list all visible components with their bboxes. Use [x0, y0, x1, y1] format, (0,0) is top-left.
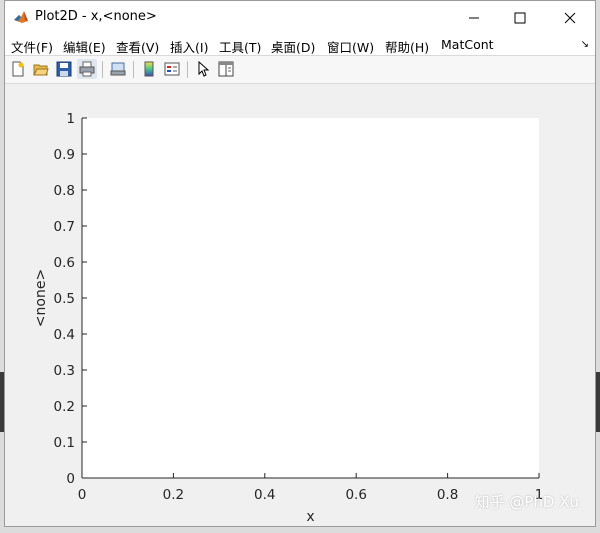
menu-bar: 文件(F) 编辑(E) 查看(V) 插入(I) 工具(T) 桌面(D) 窗口(W… [5, 34, 595, 56]
legend-button[interactable] [162, 59, 182, 79]
save-icon [56, 61, 72, 77]
y-tick-label: 0.8 [54, 183, 75, 199]
colorbar-icon [144, 61, 154, 77]
plot-axes-svg: 0 0.2 0.4 0.6 0.8 1 0 0.1 0.2 0.3 0.4 0.5 0.6 0.7 0.8 0… [33, 111, 543, 525]
minimize-button[interactable] [451, 1, 497, 34]
print-icon [79, 61, 95, 77]
menu-edit[interactable]: 编辑(E) [63, 37, 106, 56]
y-tick-label: 0.7 [54, 219, 75, 235]
y-tick-label: 0.4 [54, 327, 75, 343]
toolbar-separator [187, 61, 188, 78]
matlab-logo-icon [13, 9, 29, 25]
toolbar-separator [133, 61, 134, 78]
x-tick-label: 0.2 [163, 487, 184, 503]
x-tick-label: 0.8 [437, 487, 458, 503]
maximize-button[interactable] [497, 1, 543, 34]
menu-window[interactable]: 窗口(W) [327, 37, 374, 56]
axes-background [82, 118, 539, 478]
plot2d-window: Plot2D - x,<none> 文件(F) 编辑(E) 查看(V) 插入(I… [4, 0, 596, 527]
open-file-button[interactable] [31, 59, 51, 79]
print-preview-button[interactable] [108, 59, 128, 79]
toolbar-separator [102, 61, 103, 78]
y-tick-label: 0.9 [54, 147, 75, 163]
close-icon [564, 12, 576, 23]
x-axis-label: x [306, 509, 314, 525]
window-title: Plot2D - x,<none> [35, 9, 157, 24]
dock-arrow-icon[interactable]: ↘ [581, 39, 589, 50]
figure-canvas[interactable]: 0 0.2 0.4 0.6 0.8 1 0 0.1 0.2 0.3 0.4 0.5 0.6 0.7 0.8 0… [5, 84, 595, 526]
y-tick-label: 0.5 [54, 291, 75, 307]
save-button[interactable] [54, 59, 74, 79]
open-file-icon [33, 64, 49, 76]
maximize-icon [514, 12, 526, 23]
print-button[interactable] [77, 59, 97, 79]
y-tick-label: 0.6 [54, 255, 75, 271]
menu-help[interactable]: 帮助(H) [385, 37, 429, 56]
close-button[interactable] [547, 1, 593, 34]
new-figure-button[interactable] [8, 59, 28, 79]
x-tick-label: 0 [78, 487, 87, 503]
watermark: 知乎 @PhD Xu [474, 493, 579, 511]
menu-desktop[interactable]: 桌面(D) [271, 37, 315, 56]
menu-view[interactable]: 查看(V) [116, 37, 159, 56]
select-arrow-icon [198, 61, 210, 77]
colorbar-button[interactable] [139, 59, 159, 79]
plot-browser-button[interactable] [216, 59, 236, 79]
y-tick-label: 0.1 [54, 435, 75, 451]
y-axis-label: <none> [33, 269, 49, 327]
menu-matcont[interactable]: MatCont [441, 37, 494, 52]
x-tick-label: 0.6 [345, 487, 366, 503]
minimize-icon [469, 17, 479, 18]
figure-toolbar [5, 56, 595, 84]
x-tick-label: 0.4 [254, 487, 275, 503]
title-bar[interactable]: Plot2D - x,<none> [5, 1, 595, 34]
select-arrow-button[interactable] [193, 59, 213, 79]
y-tick-label: 0.3 [54, 363, 75, 379]
print-preview-icon [110, 62, 126, 76]
menu-tools[interactable]: 工具(T) [219, 37, 261, 56]
new-figure-icon [12, 61, 24, 77]
background-window-dark-strip [596, 372, 600, 432]
y-tick-label: 1 [66, 111, 75, 127]
menu-file[interactable]: 文件(F) [11, 37, 53, 56]
plot-browser-icon [218, 61, 234, 77]
legend-icon [164, 62, 180, 76]
y-tick-label: 0.2 [54, 399, 75, 415]
y-tick-label: 0 [66, 471, 75, 487]
menu-insert[interactable]: 插入(I) [170, 37, 208, 56]
